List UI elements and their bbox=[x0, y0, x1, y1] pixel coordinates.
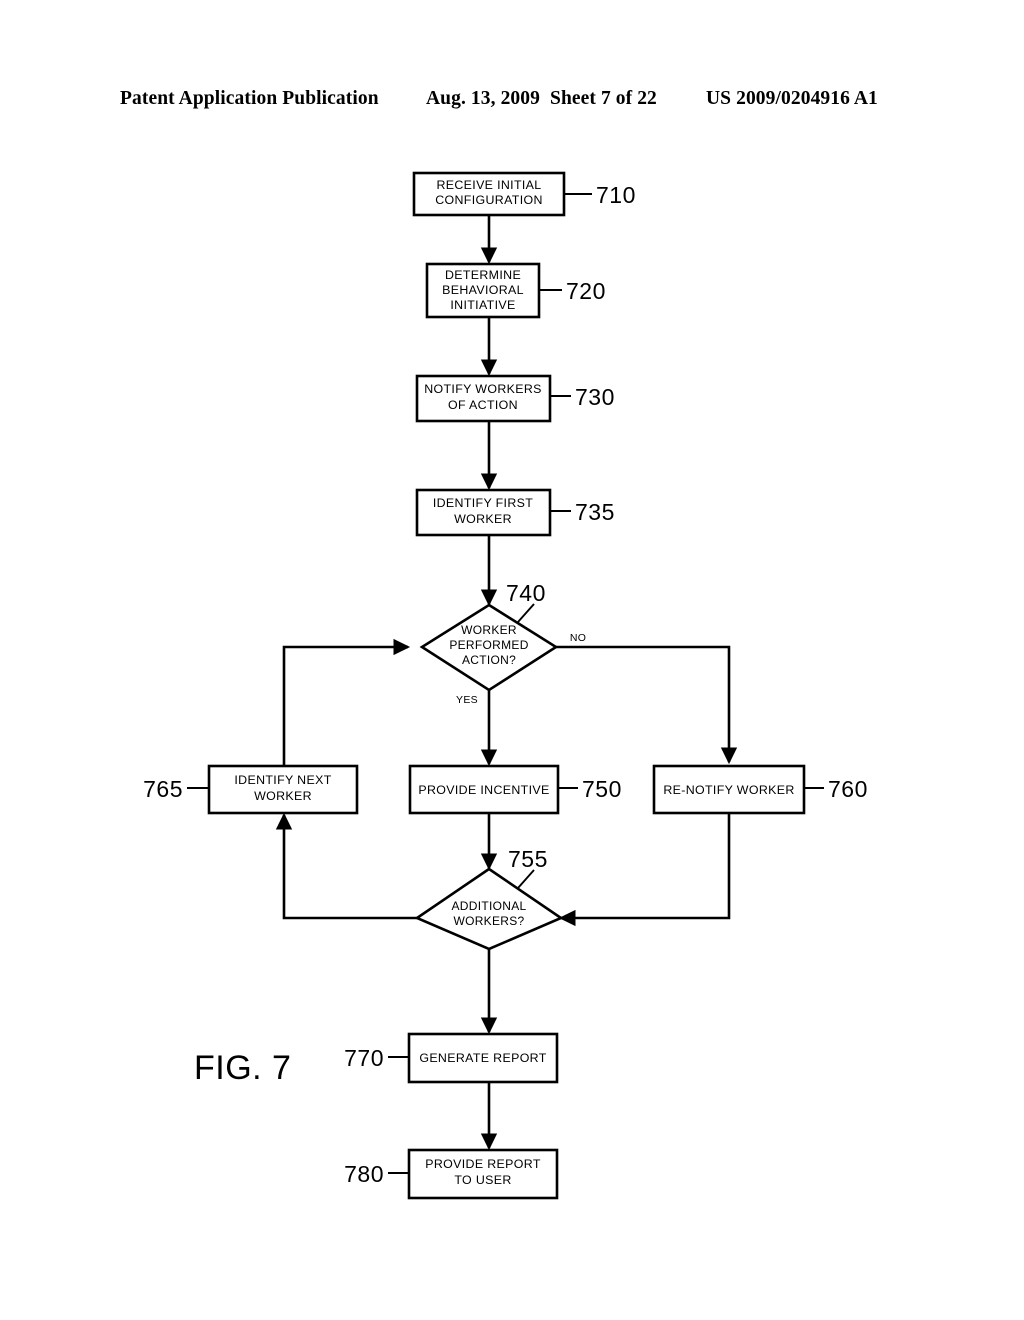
node-710-label-line1: RECEIVE INITIAL bbox=[436, 178, 541, 192]
node-735-label-line1: IDENTIFY FIRST bbox=[433, 496, 533, 510]
ref-number-710: 710 bbox=[596, 182, 636, 208]
ref-number-760: 760 bbox=[828, 776, 868, 802]
node-770-label: GENERATE REPORT bbox=[419, 1051, 546, 1065]
node-720-label-line3: INITIATIVE bbox=[450, 298, 515, 312]
node-780-label-line2: TO USER bbox=[454, 1173, 511, 1187]
ref-number-740: 740 bbox=[506, 580, 546, 606]
edge-765-740 bbox=[282, 638, 411, 766]
leader-740 bbox=[517, 603, 535, 623]
edge-760-755 bbox=[558, 812, 731, 927]
node-780-label-line1: PROVIDE REPORT bbox=[425, 1157, 541, 1171]
node-730-label-line2: OF ACTION bbox=[448, 398, 518, 412]
node-730-label-line1: NOTIFY WORKERS bbox=[424, 382, 542, 396]
flowchart-figure: RECEIVE INITIAL CONFIGURATION 710 DETERM… bbox=[143, 171, 868, 1200]
node-755-label-line2: WORKERS? bbox=[453, 914, 524, 928]
node-755-label-line1: ADDITIONAL bbox=[451, 899, 526, 913]
ref-number-770: 770 bbox=[344, 1045, 384, 1071]
node-760-label: RE-NOTIFY WORKER bbox=[663, 783, 794, 797]
ref-number-735: 735 bbox=[575, 499, 615, 525]
edge-755-765 bbox=[275, 812, 417, 920]
node-720-label-line1: DETERMINE bbox=[445, 268, 521, 282]
node-720-label-line2: BEHAVIORAL bbox=[442, 283, 524, 297]
node-735-label-line2: WORKER bbox=[454, 512, 512, 526]
ref-number-720: 720 bbox=[566, 278, 606, 304]
ref-number-730: 730 bbox=[575, 384, 615, 410]
ref-number-780: 780 bbox=[344, 1161, 384, 1187]
patent-drawing-page: Patent Application Publication Aug. 13, … bbox=[0, 0, 1024, 1320]
branch-label-no: NO bbox=[570, 632, 586, 644]
ref-number-750: 750 bbox=[582, 776, 622, 802]
node-765-label-line1: IDENTIFY NEXT bbox=[234, 773, 331, 787]
node-750-label: PROVIDE INCENTIVE bbox=[418, 783, 549, 797]
node-765-label-line2: WORKER bbox=[254, 789, 312, 803]
leader-755 bbox=[517, 869, 535, 889]
figure-label: FIG. 7 bbox=[194, 1049, 291, 1087]
branch-label-yes: YES bbox=[456, 694, 478, 706]
node-740-label-line2: PERFORMED bbox=[449, 638, 528, 652]
node-740-label-line1: WORKER bbox=[461, 623, 517, 637]
node-740-label-line3: ACTION? bbox=[462, 653, 516, 667]
ref-number-765: 765 bbox=[143, 776, 183, 802]
ref-number-755: 755 bbox=[508, 846, 548, 872]
node-710-label-line2: CONFIGURATION bbox=[435, 193, 543, 207]
edge-740-760-no bbox=[556, 645, 738, 765]
